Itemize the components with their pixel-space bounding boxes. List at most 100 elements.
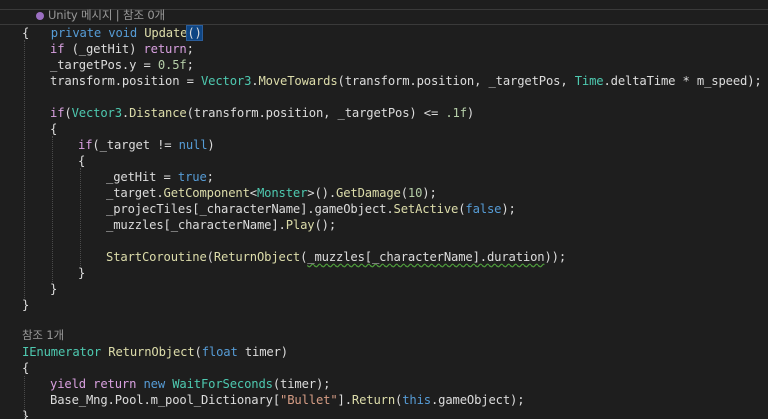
code-line[interactable]: if (_getHit) return;: [50, 41, 194, 57]
type-name: IEnumerator: [22, 345, 102, 359]
type-name: Vector3: [200, 74, 252, 88]
code-text: (transform.position, _targetPos,: [337, 74, 575, 88]
code-editor[interactable]: Unity 메시지 | 참조 0개 private void Update() …: [0, 0, 768, 419]
code-line[interactable]: }: [50, 281, 57, 297]
code-line[interactable]: transform.position = Vector3.MoveTowards…: [50, 73, 762, 89]
code-text: ;: [206, 170, 214, 184]
indent-guide: [24, 40, 25, 298]
code-line[interactable]: {: [22, 360, 29, 376]
brace: }: [50, 282, 58, 296]
method-call: GetComponent: [163, 186, 250, 200]
brace: }: [22, 409, 30, 419]
code-text: ].: [337, 393, 353, 407]
indent-guide: [80, 168, 81, 266]
code-text: ): [207, 138, 215, 152]
code-text: );: [501, 202, 516, 216]
brace: {: [22, 26, 30, 40]
code-line[interactable]: StartCoroutine(ReturnObject(_muzzles[_ch…: [106, 249, 566, 265]
number: .1f: [445, 106, 467, 120]
code-line[interactable]: _projecTiles[_characterName].gameObject.…: [106, 201, 516, 217]
code-line[interactable]: yield return new WaitForSeconds(timer);: [50, 376, 330, 392]
code-text: (_target !=: [92, 138, 179, 152]
keyword: if: [50, 106, 65, 120]
code-text: (: [64, 106, 72, 120]
keyword: false: [465, 202, 502, 216]
code-text: (: [206, 250, 214, 264]
keyword: void: [108, 26, 137, 40]
type-name: Vector3: [71, 106, 122, 120]
code-text: _targetPos.y =: [50, 58, 158, 72]
code-text: ;: [186, 42, 194, 56]
code-text: .: [121, 106, 130, 120]
method-call: StartCoroutine: [106, 250, 207, 264]
method-call: Distance: [129, 106, 187, 120]
keyword: float: [201, 345, 238, 359]
keyword: private: [50, 26, 102, 40]
code-line[interactable]: Base_Mng.Pool.m_pool_Dictionary["Bullet"…: [50, 392, 525, 408]
code-text: .deltaTime * m_speed);: [603, 74, 762, 88]
method-name: ReturnObject: [108, 345, 195, 359]
code-line[interactable]: _target.GetComponent<Monster>().GetDamag…: [106, 185, 437, 201]
brace: {: [22, 361, 30, 375]
code-text: (timer);: [272, 377, 331, 391]
codelens-update[interactable]: Unity 메시지 | 참조 0개: [22, 0, 165, 22]
indent-guide: [52, 136, 53, 282]
method-name: Update: [144, 26, 188, 40]
code-text: (transform.position, _targetPos) <=: [186, 106, 446, 120]
code-text: .gameObject);: [430, 393, 525, 407]
keyword: if: [50, 42, 65, 56]
string-literal: "Bullet": [280, 393, 338, 407]
code-line-returnobject-signature[interactable]: IEnumerator ReturnObject(float timer): [22, 344, 288, 360]
code-text: _getHit =: [106, 170, 178, 184]
code-text: ;: [186, 58, 194, 72]
code-text: ): [466, 106, 475, 120]
code-line[interactable]: _muzzles[_characterName].Play();: [106, 217, 336, 233]
method-call: GetDamage: [336, 186, 401, 200]
type-name: Time: [574, 74, 604, 88]
code-line[interactable]: }: [22, 408, 29, 419]
code-line[interactable]: }: [78, 265, 85, 281]
code-line[interactable]: if(_target != null): [78, 137, 215, 153]
warning-squiggle[interactable]: _muzzles[_characterName].duration: [307, 250, 544, 264]
keyword: if: [78, 138, 93, 152]
code-line-update-signature[interactable]: private void Update(): [22, 9, 203, 41]
code-line[interactable]: {: [50, 121, 57, 137]
keyword: null: [178, 138, 208, 152]
code-text: );: [422, 186, 437, 200]
method-call: Return: [351, 393, 395, 407]
code-text: ();: [314, 218, 336, 232]
brace: }: [78, 266, 86, 280]
type-name: WaitForSeconds: [172, 377, 273, 391]
method-call: ReturnObject: [213, 250, 301, 264]
code-line[interactable]: }: [22, 297, 29, 313]
code-text: Base_Mng.Pool.m_pool_Dictionary[: [50, 393, 280, 407]
number: 10: [407, 186, 423, 200]
codelens-label: 참조 1개: [22, 328, 64, 342]
method-call: Play: [285, 218, 315, 232]
code-line[interactable]: _getHit = true;: [106, 169, 214, 185]
code-line[interactable]: {: [78, 153, 85, 169]
keyword: this: [402, 393, 431, 407]
code-text: >().: [307, 186, 336, 200]
type-name: Monster: [256, 186, 308, 200]
code-text: <: [249, 186, 257, 200]
brace: {: [78, 154, 86, 168]
keyword: true: [177, 170, 207, 184]
brace: {: [50, 122, 58, 136]
method-call: MoveTowards: [258, 74, 338, 88]
code-text: (_getHit): [64, 42, 144, 56]
keyword: return: [143, 42, 187, 56]
code-text: ));: [544, 250, 566, 264]
code-line[interactable]: _targetPos.y = 0.5f;: [50, 57, 194, 73]
method-call: SetActive: [393, 202, 459, 216]
brace: }: [22, 298, 30, 312]
code-text: _muzzles[_characterName].: [106, 218, 286, 232]
code-line[interactable]: {: [22, 25, 29, 41]
codelens-returnobject[interactable]: 참조 1개: [22, 327, 64, 343]
code-text: _target.: [106, 186, 164, 200]
code-text: _projecTiles[_characterName].gameObject.: [106, 202, 394, 216]
code-text: (: [400, 186, 408, 200]
code-text: timer): [237, 345, 288, 359]
code-line[interactable]: if(Vector3.Distance(transform.position, …: [50, 105, 474, 121]
keyword: yield return: [50, 377, 137, 391]
